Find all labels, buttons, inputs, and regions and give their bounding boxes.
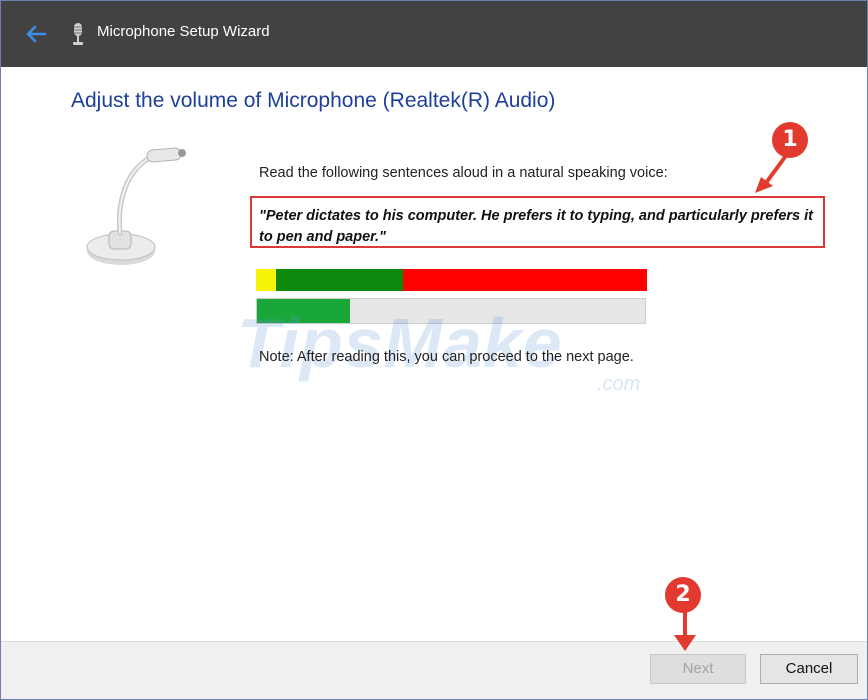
- annotation-arrow-1: [755, 155, 787, 193]
- page-heading: Adjust the volume of Microphone (Realtek…: [71, 89, 556, 112]
- watermark-logo: TipsMake: [237, 304, 563, 382]
- watermark-suffix: .com: [597, 373, 641, 395]
- annotation-marker-2: 2: [665, 577, 701, 613]
- next-button[interactable]: Next: [650, 654, 746, 684]
- wizard-window: Microphone Setup Wizard Adjust the volum…: [0, 0, 868, 700]
- annotation-arrow-2: [674, 611, 696, 651]
- sample-sentence: "Peter dictates to his computer. He pref…: [259, 208, 813, 245]
- window-title: Microphone Setup Wizard: [97, 23, 270, 40]
- microphone-icon: [73, 23, 83, 45]
- instruction-text: Read the following sentences aloud in a …: [259, 165, 668, 181]
- back-arrow-icon[interactable]: [23, 21, 49, 47]
- meter-segment-good: [276, 269, 403, 291]
- desk-microphone-image: [86, 147, 186, 265]
- cancel-button[interactable]: Cancel: [760, 654, 858, 684]
- volume-meter: [256, 269, 647, 291]
- meter-segment-low: [256, 269, 276, 291]
- note-text: Note: After reading this, you can procee…: [259, 349, 634, 365]
